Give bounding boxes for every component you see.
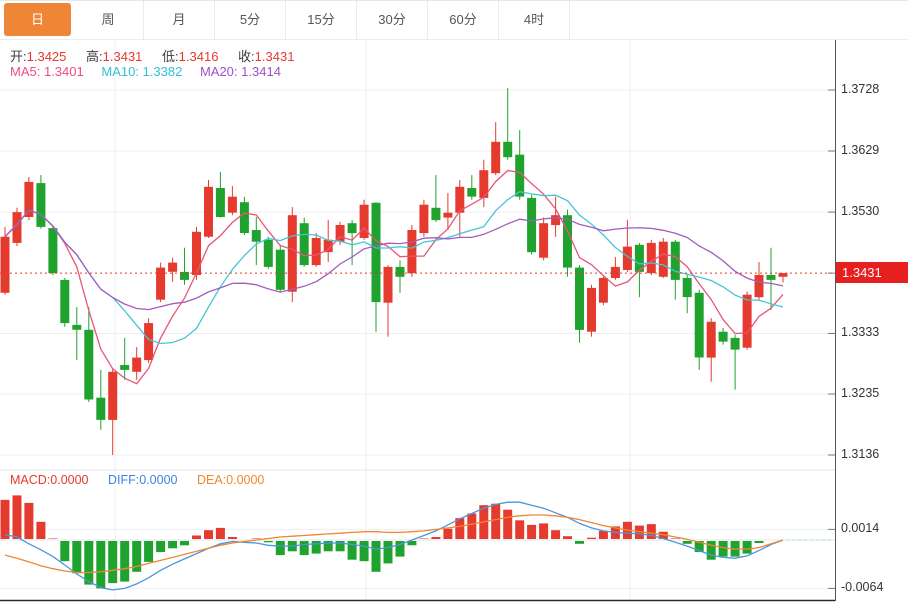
diff-value: 0.0000 bbox=[139, 473, 177, 487]
macd-label: MACD: bbox=[10, 473, 50, 487]
dea-label: DEA: bbox=[197, 473, 226, 487]
y-axis-label: 1.3530 bbox=[841, 204, 907, 219]
ma5-line bbox=[5, 171, 783, 384]
y-axis-label: 1.3136 bbox=[841, 447, 907, 462]
macd-axis-label: 0.0014 bbox=[841, 521, 907, 536]
ma20-label: MA20: bbox=[200, 64, 238, 79]
close-value: 1.3431 bbox=[255, 49, 295, 64]
y-axis-label: 1.3235 bbox=[841, 386, 907, 401]
open-value: 1.3425 bbox=[27, 49, 67, 64]
close-label: 收: bbox=[238, 49, 255, 64]
high-label: 高: bbox=[86, 49, 103, 64]
diff-label: DIFF: bbox=[108, 473, 139, 487]
open-label: 开: bbox=[10, 49, 27, 64]
y-axis-label: 1.3728 bbox=[841, 82, 907, 97]
ma5-value: 1.3401 bbox=[44, 64, 84, 79]
ohlc-legend: 开:1.3425 高:1.3431 低:1.3416 收:1.3431 bbox=[10, 46, 310, 65]
ma5-label: MA5: bbox=[10, 64, 40, 79]
kline-app: 日 周 月 5分 15分 30分 60分 4时 开:1.3425 高:1.343… bbox=[0, 0, 908, 605]
candles bbox=[1, 88, 788, 455]
ma10-value: 1.3382 bbox=[143, 64, 183, 79]
current-price-tag: 1.3431 bbox=[836, 262, 908, 283]
macd-axis-label: -0.0064 bbox=[841, 580, 907, 595]
ma20-value: 1.3414 bbox=[241, 64, 281, 79]
dea-value: 0.0000 bbox=[226, 473, 264, 487]
candlestick-chart-canvas[interactable] bbox=[0, 0, 908, 605]
ma-legend: MA5: 1.3401 MA10: 1.3382 MA20: 1.3414 bbox=[10, 64, 295, 79]
y-axis-label: 1.3333 bbox=[841, 325, 907, 340]
macd-value: 0.0000 bbox=[50, 473, 88, 487]
macd-legend: MACD:0.0000 DIFF:0.0000 DEA:0.0000 bbox=[10, 473, 280, 487]
high-value: 1.3431 bbox=[103, 49, 143, 64]
ma10-label: MA10: bbox=[101, 64, 139, 79]
low-label: 低: bbox=[162, 49, 179, 64]
low-value: 1.3416 bbox=[179, 49, 219, 64]
y-axis-label: 1.3629 bbox=[841, 143, 907, 158]
